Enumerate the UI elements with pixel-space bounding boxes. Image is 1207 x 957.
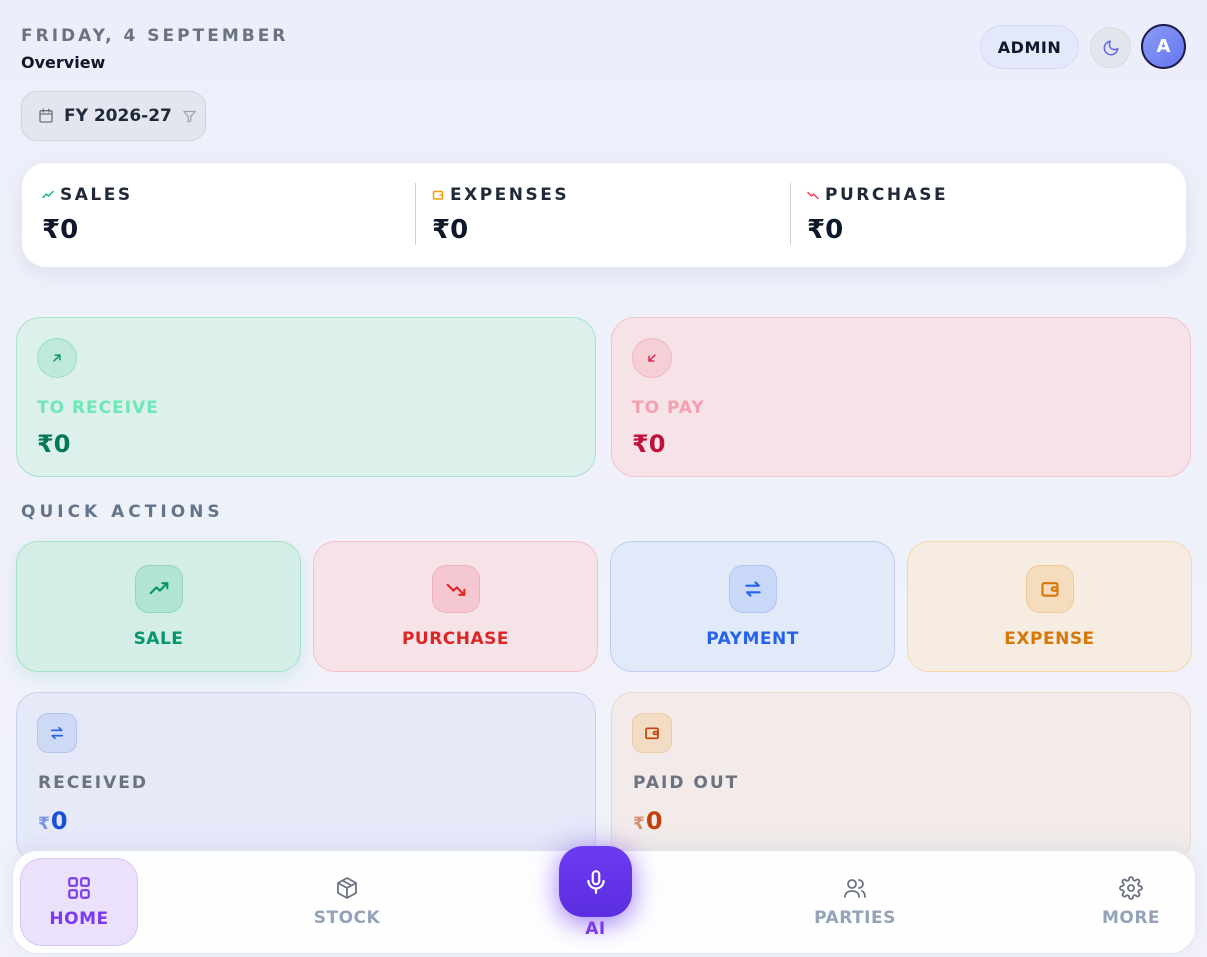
grid-icon xyxy=(68,877,90,899)
arrow-up-right-icon xyxy=(37,338,77,378)
avatar[interactable]: A xyxy=(1141,24,1186,69)
to-receive-label: TO RECEIVE xyxy=(37,398,159,418)
divider xyxy=(790,183,791,245)
paid-out-value: ₹ 0 xyxy=(633,807,663,835)
fiscal-year-label: FY 2026-27 xyxy=(64,106,172,126)
users-icon xyxy=(844,879,866,898)
to-receive-value: ₹0 xyxy=(37,430,71,458)
microphone-icon xyxy=(586,869,605,894)
nav-item-stock[interactable]: STOCK xyxy=(303,851,391,953)
wallet-icon xyxy=(1025,564,1074,613)
summary-card: SALES ₹0 EXPENSES ₹0 PURCHASE ₹0 xyxy=(22,163,1186,267)
summary-sales: SALES ₹0 xyxy=(42,185,133,245)
received-value: ₹ 0 xyxy=(38,807,68,835)
paid-out-amount: 0 xyxy=(645,807,663,835)
received-card[interactable]: RECEIVED ₹ 0 xyxy=(16,692,596,862)
arrow-down-left-icon xyxy=(632,338,672,378)
nav-item-parties[interactable]: PARTIES xyxy=(803,851,907,953)
summary-sales-label: SALES xyxy=(60,185,133,205)
nav-item-ai-label: AI xyxy=(585,919,606,939)
calendar-icon xyxy=(39,108,53,123)
summary-expenses: EXPENSES ₹0 xyxy=(432,185,569,245)
nav-item-home-label: HOME xyxy=(49,909,109,929)
summary-expenses-value: ₹0 xyxy=(432,215,469,245)
quick-action-sale-button[interactable]: SALE xyxy=(16,541,301,672)
page-title: Overview xyxy=(21,53,106,72)
received-amount: 0 xyxy=(50,807,68,835)
box-icon xyxy=(337,877,357,899)
received-label: RECEIVED xyxy=(38,773,148,793)
wallet-icon xyxy=(632,713,672,753)
wallet-icon xyxy=(432,190,444,200)
quick-action-sale-label: SALE xyxy=(133,628,184,649)
nav-item-more[interactable]: MORE xyxy=(1093,851,1169,953)
summary-purchase-label: PURCHASE xyxy=(825,185,949,205)
quick-actions-title: QUICK ACTIONS xyxy=(21,502,224,522)
trend-down-icon xyxy=(807,191,819,200)
role-badge[interactable]: ADMIN xyxy=(980,25,1079,69)
trend-up-icon xyxy=(42,190,54,199)
to-pay-label: TO PAY xyxy=(632,398,705,418)
to-receive-card[interactable]: TO RECEIVE ₹0 xyxy=(16,317,596,477)
paid-out-card[interactable]: PAID OUT ₹ 0 xyxy=(611,692,1191,862)
summary-sales-value: ₹0 xyxy=(42,215,79,245)
fiscal-year-filter[interactable]: FY 2026-27 xyxy=(21,91,206,141)
trend-up-icon xyxy=(134,564,183,613)
paid-out-label: PAID OUT xyxy=(633,773,740,793)
quick-action-expense-label: EXPENSE xyxy=(1004,628,1095,649)
gear-icon xyxy=(1119,876,1143,900)
summary-purchase: PURCHASE ₹0 xyxy=(807,185,948,245)
divider xyxy=(415,183,416,245)
quick-action-expense-button[interactable]: EXPENSE xyxy=(907,541,1192,672)
theme-toggle-button[interactable] xyxy=(1090,27,1131,68)
swap-arrows-icon xyxy=(37,713,77,753)
received-currency: ₹ xyxy=(38,814,50,834)
nav-item-stock-label: STOCK xyxy=(313,908,381,928)
to-pay-card[interactable]: TO PAY ₹0 xyxy=(611,317,1191,477)
swap-arrows-icon xyxy=(728,564,777,613)
summary-purchase-value: ₹0 xyxy=(807,215,844,245)
quick-action-payment-label: PAYMENT xyxy=(706,628,799,649)
moon-icon xyxy=(1103,40,1118,55)
trend-down-icon xyxy=(431,564,480,613)
quick-action-purchase-label: PURCHASE xyxy=(401,628,510,649)
paid-out-currency: ₹ xyxy=(633,814,645,834)
page-date: FRIDAY, 4 SEPTEMBER xyxy=(21,26,289,46)
quick-action-purchase-button[interactable]: PURCHASE xyxy=(313,541,598,672)
to-pay-value: ₹0 xyxy=(632,430,666,458)
summary-expenses-label: EXPENSES xyxy=(450,185,570,205)
filter-icon xyxy=(183,110,196,123)
nav-item-home[interactable]: HOME xyxy=(20,858,138,946)
quick-action-payment-button[interactable]: PAYMENT xyxy=(610,541,895,672)
nav-item-more-label: MORE xyxy=(1101,908,1161,928)
nav-item-parties-label: PARTIES xyxy=(814,908,896,928)
ai-voice-button[interactable] xyxy=(559,846,632,917)
